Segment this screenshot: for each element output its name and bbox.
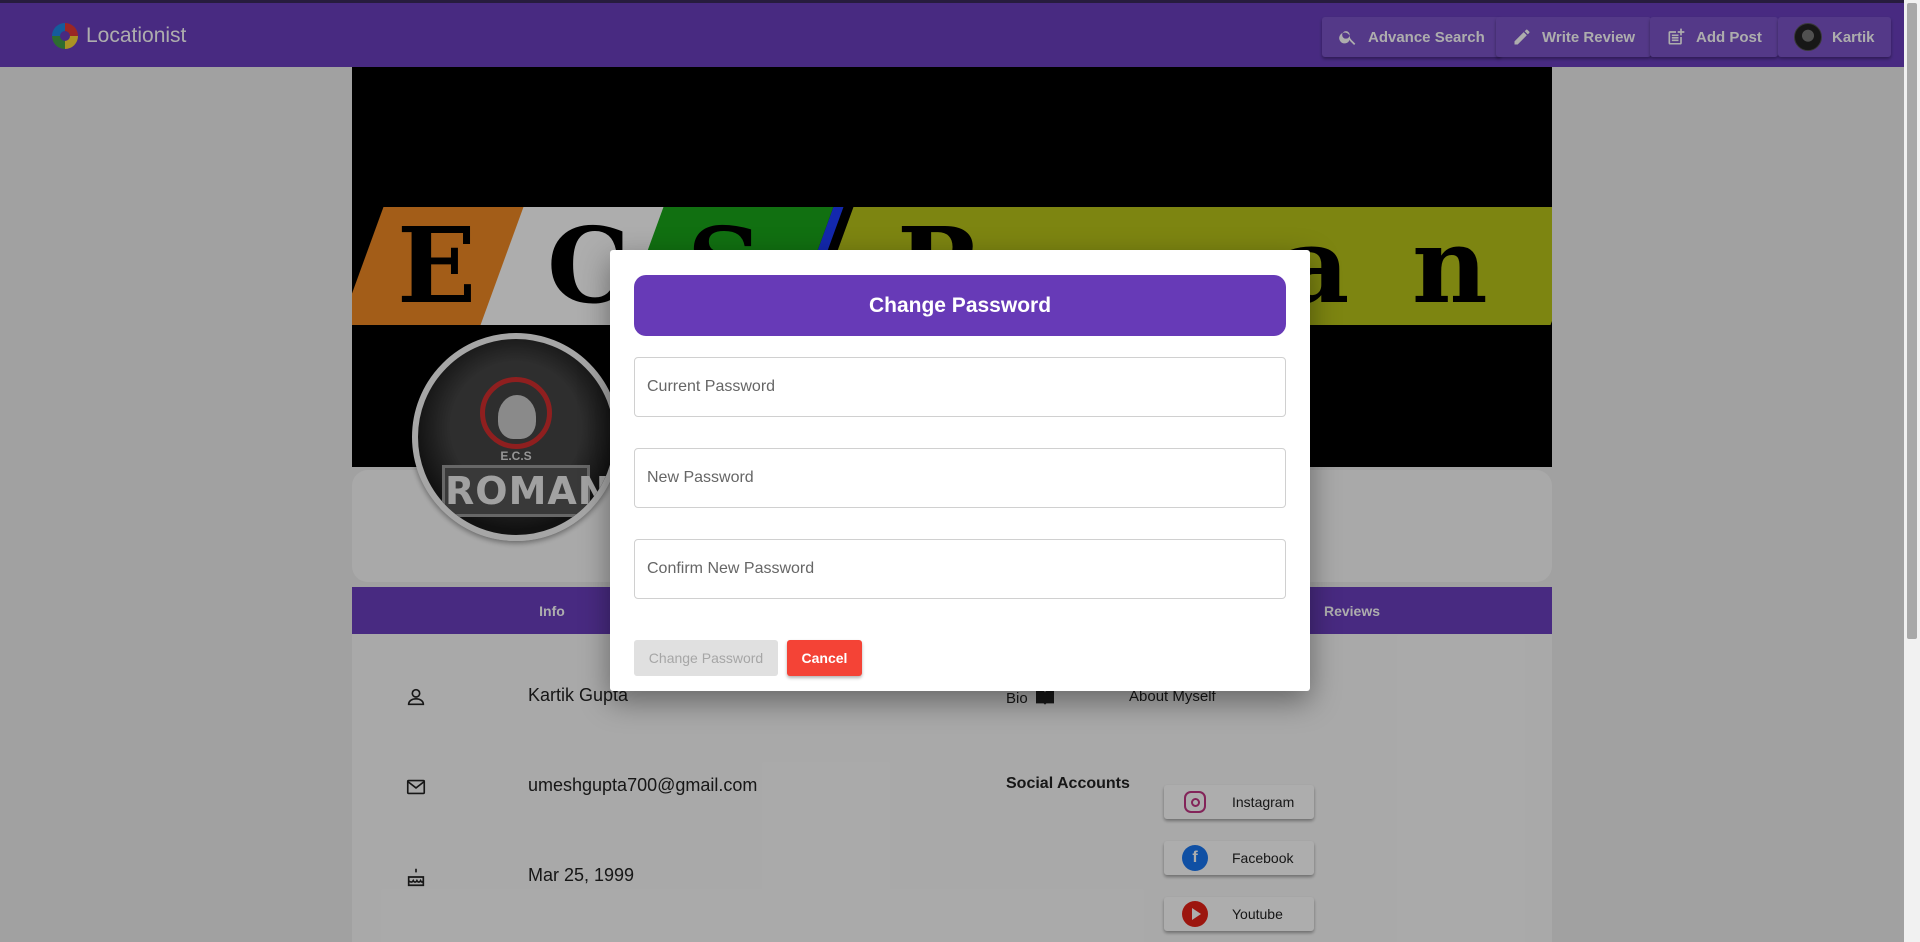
page-scrollbar[interactable] [1904, 0, 1920, 942]
new-password-field[interactable] [634, 448, 1286, 508]
change-password-dialog: Change Password Change Password Cancel [610, 250, 1310, 691]
current-password-field[interactable] [634, 357, 1286, 417]
current-password-input[interactable] [635, 358, 1285, 416]
cancel-button[interactable]: Cancel [787, 640, 862, 676]
new-password-input[interactable] [635, 449, 1285, 507]
scrollbar-thumb[interactable] [1907, 3, 1917, 639]
dialog-title: Change Password [634, 275, 1286, 336]
confirm-password-field[interactable] [634, 539, 1286, 599]
confirm-password-input[interactable] [635, 540, 1285, 598]
change-password-submit-button[interactable]: Change Password [634, 640, 778, 676]
